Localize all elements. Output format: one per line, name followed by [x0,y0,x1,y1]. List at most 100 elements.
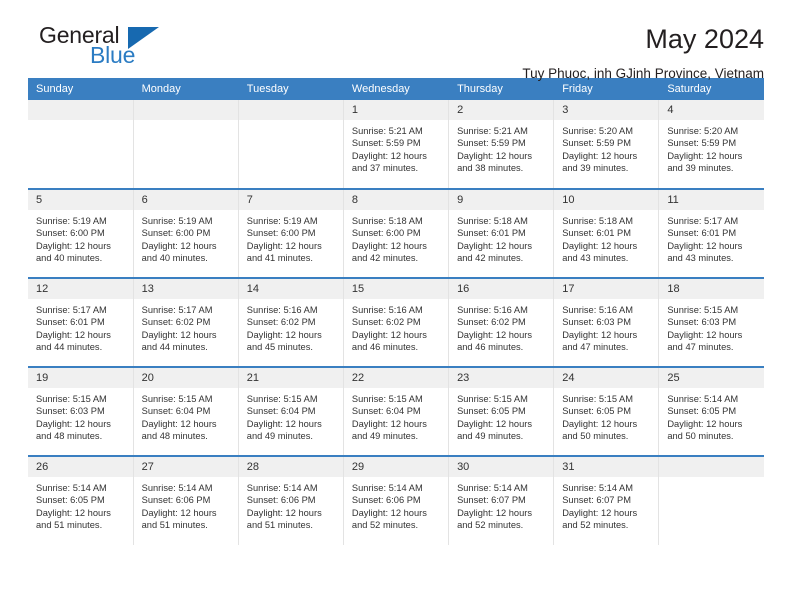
day-details: Sunrise: 5:15 AM Sunset: 6:03 PM Daylight:… [28,388,133,443]
day-details: Sunrise: 5:15 AM Sunset: 6:04 PM Daylight:… [344,388,448,443]
sunset-text: Sunset: 6:00 PM [246,228,316,239]
sunrise-text: Sunrise: 5:14 AM [141,483,213,493]
daylight-text-line1: Daylight: 12 hours [351,507,427,518]
daylight-text-line2: and 51 minutes. [141,520,208,531]
page-title: May 2024 [645,24,764,54]
calendar-day-cell: 5 Sunrise: 5:19 AM Sunset: 6:00 PM Daylight… [28,188,134,278]
day-details: Sunrise: 5:19 AM Sunset: 6:00 PM Daylight:… [28,210,133,265]
daylight-text-line2: and 39 minutes. [667,163,734,174]
daylight-text-line2: and 42 minutes. [457,253,524,264]
day-details: Sunrise: 5:14 AM Sunset: 6:06 PM Daylight:… [239,477,343,532]
daylight-text-line1: Daylight: 12 hours [36,418,111,429]
calendar-day-cell: 6 Sunrise: 5:19 AM Sunset: 6:00 PM Daylight… [133,188,239,278]
sunset-text: Sunset: 6:05 PM [457,406,526,417]
day-number: 20 [133,368,238,388]
day-number: 27 [133,457,238,477]
day-number: 13 [133,279,238,299]
weekday-header-sunday: Sunday [28,78,134,100]
sunrise-text: Sunrise: 5:15 AM [351,394,423,404]
sunset-text: Sunset: 6:03 PM [562,317,631,328]
daylight-text-line2: and 41 minutes. [246,253,313,264]
day-details: Sunrise: 5:17 AM Sunset: 6:02 PM Daylight:… [134,299,238,354]
calendar-day-cell: 15 Sunrise: 5:16 AM Sunset: 6:02 PM Dayligh… [343,277,450,367]
calendar-week-row: 19 Sunrise: 5:15 AM Sunset: 6:03 PM Dayligh… [28,366,764,456]
day-details: Sunrise: 5:18 AM Sunset: 6:01 PM Daylight:… [449,210,553,265]
daylight-text-line1: Daylight: 12 hours [141,507,217,518]
sunset-text: Sunset: 6:06 PM [141,495,211,506]
weekday-header-saturday: Saturday [658,78,764,100]
day-number: 21 [238,368,343,388]
sunset-text: Sunset: 5:59 PM [562,138,631,149]
day-number: 14 [238,279,343,299]
weekday-header-monday: Monday [133,78,239,100]
sunrise-text: Sunrise: 5:18 AM [457,216,528,226]
calendar-day-cell: 24 Sunrise: 5:15 AM Sunset: 6:05 PM Dayligh… [553,366,660,456]
daylight-text-line2: and 49 minutes. [457,431,524,442]
day-number: 10 [554,190,659,210]
day-details: Sunrise: 5:16 AM Sunset: 6:02 PM Daylight:… [239,299,343,354]
daylight-text-line2: and 52 minutes. [562,520,629,531]
page-header: General Blue May 2024 Tuy Phuoc, inh GJi… [28,0,764,81]
day-details: Sunrise: 5:15 AM Sunset: 6:04 PM Daylight:… [134,388,238,443]
daylight-text-line1: Daylight: 12 hours [351,150,427,161]
sunset-text: Sunset: 6:01 PM [457,228,526,239]
sunset-text: Sunset: 6:02 PM [351,317,421,328]
sunset-text: Sunset: 6:07 PM [562,495,631,506]
daylight-text-line1: Daylight: 12 hours [246,418,322,429]
daylight-text-line2: and 51 minutes. [246,520,313,531]
calendar-day-cell: 3 Sunrise: 5:20 AM Sunset: 5:59 PM Daylight… [553,100,660,189]
day-details: Sunrise: 5:21 AM Sunset: 5:59 PM Daylight:… [344,120,448,175]
sunset-text: Sunset: 6:02 PM [457,317,526,328]
calendar-day-cell: 8 Sunrise: 5:18 AM Sunset: 6:00 PM Daylight… [343,188,450,278]
calendar-day-cell-empty [133,100,239,189]
sunrise-text: Sunrise: 5:15 AM [457,394,528,404]
daylight-text-line1: Daylight: 12 hours [141,329,217,340]
day-number: 30 [449,457,554,477]
sunrise-text: Sunrise: 5:14 AM [351,483,423,493]
day-details: Sunrise: 5:18 AM Sunset: 6:00 PM Daylight:… [344,210,448,265]
calendar-day-cell: 21 Sunrise: 5:15 AM Sunset: 6:04 PM Dayligh… [238,366,344,456]
daylight-text-line2: and 45 minutes. [246,342,313,353]
sunrise-text: Sunrise: 5:17 AM [141,305,213,315]
day-number [238,100,343,120]
day-number: 11 [659,190,764,210]
daylight-text-line2: and 44 minutes. [36,342,103,353]
daylight-text-line2: and 50 minutes. [667,431,734,442]
daylight-text-line1: Daylight: 12 hours [457,240,532,251]
daylight-text-line2: and 46 minutes. [351,342,419,353]
calendar-day-cell: 13 Sunrise: 5:17 AM Sunset: 6:02 PM Dayligh… [133,277,239,367]
calendar-day-cell: 19 Sunrise: 5:15 AM Sunset: 6:03 PM Dayligh… [28,366,134,456]
day-number: 31 [554,457,659,477]
daylight-text-line1: Daylight: 12 hours [141,240,217,251]
day-number: 2 [449,100,554,120]
calendar-day-cell: 17 Sunrise: 5:16 AM Sunset: 6:03 PM Dayligh… [553,277,660,367]
sunrise-text: Sunrise: 5:14 AM [667,394,739,404]
sunset-text: Sunset: 6:02 PM [141,317,211,328]
sunrise-text: Sunrise: 5:17 AM [667,216,739,226]
day-number: 23 [449,368,554,388]
daylight-text-line1: Daylight: 12 hours [562,418,638,429]
sunrise-text: Sunrise: 5:21 AM [457,126,528,136]
calendar-day-cell: 26 Sunrise: 5:14 AM Sunset: 6:05 PM Dayligh… [28,455,134,545]
daylight-text-line2: and 50 minutes. [562,431,629,442]
daylight-text-line2: and 51 minutes. [36,520,103,531]
day-number: 25 [659,368,764,388]
calendar-day-cell: 25 Sunrise: 5:14 AM Sunset: 6:05 PM Dayligh… [658,366,764,456]
day-number: 12 [28,279,133,299]
daylight-text-line1: Daylight: 12 hours [562,507,638,518]
brand-logo: General Blue [28,24,218,76]
calendar-day-cell: 16 Sunrise: 5:16 AM Sunset: 6:02 PM Dayligh… [448,277,555,367]
daylight-text-line2: and 44 minutes. [141,342,208,353]
calendar-day-cell: 4 Sunrise: 5:20 AM Sunset: 5:59 PM Daylight… [658,100,764,189]
sunrise-text: Sunrise: 5:14 AM [562,483,634,493]
day-details: Sunrise: 5:16 AM Sunset: 6:02 PM Daylight:… [449,299,553,354]
day-number: 6 [133,190,238,210]
sunrise-text: Sunrise: 5:16 AM [246,305,318,315]
sunset-text: Sunset: 6:04 PM [246,406,316,417]
day-details: Sunrise: 5:14 AM Sunset: 6:05 PM Daylight:… [659,388,764,443]
day-number: 17 [554,279,659,299]
calendar-day-cell-empty [28,100,134,189]
weekday-header-row: Sunday Monday Tuesday Wednesday Thursday… [28,78,764,100]
sunrise-text: Sunrise: 5:16 AM [351,305,423,315]
calendar-day-cell: 20 Sunrise: 5:15 AM Sunset: 6:04 PM Dayligh… [133,366,239,456]
